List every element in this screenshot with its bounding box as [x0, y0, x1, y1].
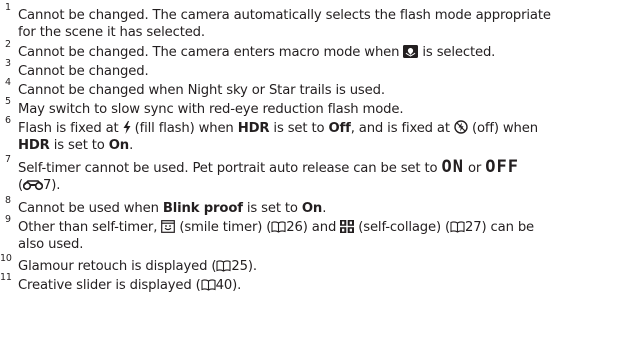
note-number: 9 — [5, 214, 11, 225]
note-text-continued: (7). — [18, 177, 60, 196]
note-text: May switch to slow sync with red-eye red… — [18, 102, 404, 117]
note-text: Glamour retouch is displayed (25). — [18, 258, 630, 277]
macro-scene-icon — [403, 45, 419, 63]
on-setting: ON — [441, 157, 464, 177]
note-text: Cannot be changed. The camera automatica… — [18, 8, 551, 23]
note-number: 5 — [5, 96, 11, 107]
reference-icon — [22, 179, 44, 196]
book-icon — [450, 221, 465, 238]
note-number: 1 — [5, 2, 11, 13]
note-number: 11 — [0, 272, 12, 283]
flash-off-icon — [454, 120, 468, 139]
note-number: 2 — [5, 39, 11, 50]
note-number: 4 — [5, 77, 11, 88]
note-number: 10 — [0, 253, 12, 264]
note-text: Cannot be changed. — [18, 64, 149, 79]
note-text-continued: for the scene it has selected. — [18, 25, 205, 40]
note-number: 7 — [5, 154, 11, 165]
note-text: Other than self-timer, (smile timer) (26… — [18, 219, 630, 238]
note-text: Creative slider is displayed (40). — [18, 277, 630, 296]
book-icon — [216, 260, 231, 277]
off-setting: OFF — [485, 157, 519, 177]
note-text-continued: also used. — [18, 237, 84, 252]
note-text: Cannot be changed. The camera enters mac… — [18, 44, 630, 63]
note-number: 6 — [5, 115, 11, 126]
book-icon — [201, 279, 216, 296]
note-number: 3 — [5, 58, 11, 69]
book-icon — [271, 221, 286, 238]
smile-timer-icon — [161, 220, 176, 238]
note-text: Cannot be changed when Night sky or Star… — [18, 83, 385, 98]
note-text-continued: HDR is set to On. — [18, 138, 134, 153]
note-text: Cannot be used when Blink proof is set t… — [18, 201, 327, 216]
footnotes: 1 Cannot be changed. The camera automati… — [0, 0, 632, 341]
note-text: Self-timer cannot be used. Pet portrait … — [18, 157, 519, 177]
note-number: 8 — [5, 195, 11, 206]
self-collage-icon — [340, 220, 355, 238]
